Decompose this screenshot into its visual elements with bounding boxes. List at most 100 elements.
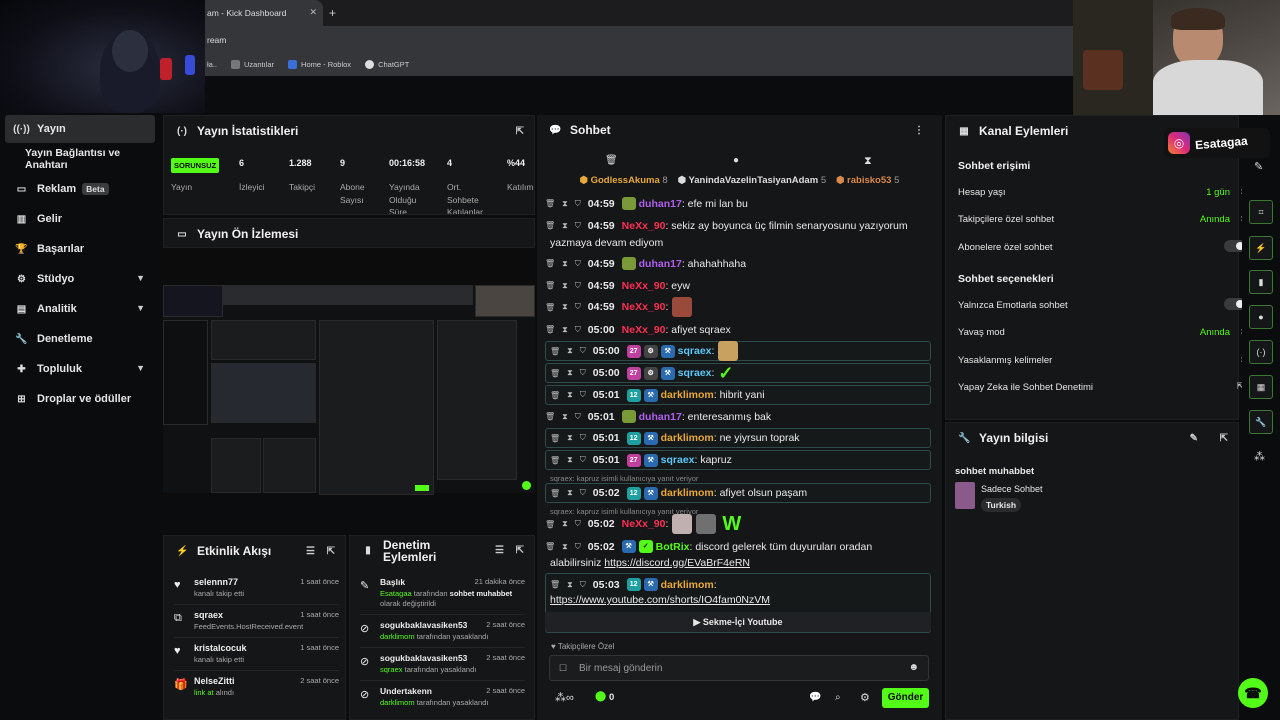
- puzzle-icon: [231, 59, 241, 69]
- ban-icon: ⊘: [360, 623, 370, 635]
- support-icon[interactable]: ☎: [1238, 678, 1268, 708]
- pencil-icon[interactable]: ✎: [1254, 160, 1263, 173]
- setting-row[interactable]: Yasaklanmış kelimeler›: [958, 354, 1244, 366]
- bookmark-item[interactable]: Uzantılar: [231, 59, 274, 69]
- chat-message[interactable]: 🗑 ⧗ ⛉ 05:01 12 ⚒ darklimom: ne yiyrsun toprak: [545, 428, 931, 448]
- send-button[interactable]: Gönder: [882, 688, 929, 708]
- chat-message[interactable]: 🗑 ⧗ ⛉ 05:00 NeXx_90: afiyet sqraex: [545, 321, 931, 338]
- bolt-icon: ⚡: [176, 545, 189, 557]
- chat-link[interactable]: https://www.youtube.com/shorts/IO4fam0Nz…: [550, 594, 770, 606]
- youtube-embed-button[interactable]: ▶ Sekme-İçi Youtube: [545, 612, 931, 632]
- browser-tab[interactable]: am - Kick Dashboard ✕: [205, 0, 323, 26]
- mod-actor[interactable]: sqraex: [380, 665, 403, 674]
- screenshot-icon[interactable]: ⌗: [1249, 200, 1273, 224]
- chat-text: eyw: [671, 279, 690, 292]
- mod-actor[interactable]: darklimom: [380, 698, 415, 707]
- chat-message[interactable]: 🗑 ⧗ ⛉ 05:02 NeXx_90: W: [545, 513, 931, 535]
- chat-message[interactable]: 🗑 ⧗ ⛉ 04:59 duhan17: ahahahhaha: [545, 255, 931, 272]
- category-name[interactable]: Sadece Sohbet: [981, 484, 1043, 494]
- popout-icon[interactable]: ⇱: [327, 546, 335, 557]
- gifter-name: YanindaVazelinTasiyanAdam: [688, 175, 819, 186]
- mod-time: 21 dakika önce: [474, 577, 525, 586]
- chat-input[interactable]: ☐ Bir mesaj gönderin ☻: [549, 655, 929, 681]
- sidebar-item-studyo[interactable]: ⚙ Stüdyo ▼: [5, 265, 155, 293]
- chat-username: NeXx_90: [621, 301, 666, 313]
- sidebar-item-basarilar[interactable]: 🏆 Başarılar: [5, 235, 155, 263]
- sidebar-item-analitik[interactable]: ▤ Analitik ▼: [5, 295, 155, 323]
- chat-message[interactable]: 🗑 ⧗ ⛉ 05:00 27 ⚙ ⚒ sqraex:: [545, 341, 931, 361]
- sidebar-item-reklam[interactable]: ▭ Reklam Beta: [5, 175, 155, 203]
- sidebar-item-yayin[interactable]: ((·)) Yayın: [5, 115, 155, 143]
- mod-actor[interactable]: darklimom: [380, 632, 415, 641]
- setting-row[interactable]: Hesap yaşı1 gün›: [958, 186, 1244, 198]
- heart-icon: ♥: [174, 579, 181, 591]
- sidebar-item-denetleme[interactable]: 🔧 Denetleme: [5, 325, 155, 353]
- category-thumbnail[interactable]: [955, 482, 975, 509]
- chat-link[interactable]: https://discord.gg/EVaBrF4eRN: [604, 557, 750, 569]
- setting-row[interactable]: Yapay Zeka ile Sohbet Denetimi ⇱: [958, 381, 1244, 393]
- chat-message[interactable]: 🗑 ⧗ ⛉ 05:01 27 ⚒ sqraex: kapruz: [545, 450, 931, 470]
- sidebar-item-gelir[interactable]: ▥ Gelir: [5, 205, 155, 233]
- bookmark-item[interactable]: Home - Roblox: [288, 59, 351, 69]
- more-icon[interactable]: ⋮: [914, 125, 924, 136]
- chat-message[interactable]: 🗑 ⧗ ⛉ 05:00 27 ⚙ ⚒ sqraex: ✓: [545, 363, 931, 383]
- sidebar-item-droplar[interactable]: ⊞ Droplar ve ödüller: [5, 385, 155, 413]
- bolt-icon[interactable]: ⚡: [1249, 236, 1273, 260]
- chat-message-cont: yazmaya devam ediyom: [550, 234, 936, 251]
- tv-icon[interactable]: ▦: [1249, 375, 1273, 399]
- chat-message[interactable]: 🗑 ⧗ ⛉ 04:59 NeXx_90:: [545, 296, 931, 318]
- chat-message[interactable]: 🗑 ⧗ ⛉ 04:59 NeXx_90: eyw: [545, 277, 931, 294]
- mod-actor[interactable]: Esatagaa: [380, 589, 412, 598]
- chat-bubble-icon[interactable]: 💬: [809, 692, 821, 703]
- gifter[interactable]: ⬢ YanindaVazelinTasiyanAdam 5: [678, 175, 826, 195]
- sidebar-item-stream-key[interactable]: Yayın Bağlantısı ve Anahtarı: [5, 145, 155, 173]
- gifter[interactable]: ⬢ GodlessAkuma 8: [580, 175, 668, 195]
- chat-message[interactable]: 🗑 ⧗ ⛉ 05:02 12 ⚒ darklimom: afiyet olsun paşam: [545, 483, 931, 503]
- popout-icon[interactable]: ⇱: [516, 545, 524, 556]
- chat-message[interactable]: 🗑 ⧗ ⛉ 05:01 duhan17: enteresanmış bak: [545, 408, 931, 425]
- chat-message[interactable]: 🗑 ⧗ ⛉ 04:59 NeXx_90: sekiz ay boyunca üç fil…: [545, 217, 931, 234]
- new-tab-icon[interactable]: +: [329, 6, 336, 20]
- stream-preview[interactable]: [163, 248, 535, 496]
- edit-icon: ✎: [360, 580, 370, 592]
- chat-icon[interactable]: ●: [1249, 305, 1273, 329]
- chat-bubble-icon[interactable]: ●: [733, 155, 739, 166]
- bookmark-item[interactable]: ChatGPT: [365, 59, 409, 69]
- trash-icon[interactable]: 🗑: [605, 155, 618, 166]
- input-placeholder: Bir mesaj gönderin: [579, 663, 663, 674]
- sidebar-item-label: Reklam: [37, 183, 77, 195]
- activity-time: 2 saat önce: [300, 676, 339, 685]
- hourglass-icon[interactable]: ⧗: [864, 155, 872, 168]
- channel-points-icon[interactable]: ⁂∞: [555, 691, 574, 704]
- community-icon[interactable]: ⁂: [1254, 450, 1265, 463]
- chat-message[interactable]: 🗑 ⧗ ⛉ 04:59 duhan17: efe mi lan bu: [545, 195, 931, 212]
- sidebar-item-label: Başarılar: [37, 243, 85, 255]
- chat-username: sqraex: [677, 345, 712, 357]
- pencil-icon[interactable]: ✎: [1190, 433, 1198, 444]
- host-icon: ⧉: [174, 612, 182, 624]
- stat-value: 1.288: [289, 158, 312, 168]
- setting-row[interactable]: Yavaş modAnında›: [958, 326, 1244, 338]
- gear-icon[interactable]: ⚙: [860, 691, 870, 704]
- emote-icon: [718, 341, 739, 361]
- filter-icon[interactable]: ☰: [495, 545, 504, 556]
- popout-icon[interactable]: ⇱: [516, 126, 524, 137]
- points-icon: ⬤: [595, 691, 607, 702]
- stat-value: 00:16:58: [389, 158, 426, 168]
- popout-icon[interactable]: ⇱: [1220, 433, 1228, 444]
- emoji-icon[interactable]: ☻: [908, 662, 919, 673]
- bookmark-item[interactable]: ła..: [207, 60, 217, 69]
- search-icon[interactable]: ⌕: [835, 692, 841, 703]
- ban-icon: ⊘: [360, 656, 370, 668]
- close-icon[interactable]: ✕: [309, 7, 317, 18]
- sidebar-item-topluluk[interactable]: ✚ Topluluk ▼: [5, 355, 155, 383]
- gifter[interactable]: ⬢ rabisko53 5: [836, 175, 899, 195]
- chat-message[interactable]: 🗑 ⧗ ⛉ 05:02 ⚒ ✓ BotRix: discord gelerek tüm du…: [545, 538, 931, 555]
- setting-row[interactable]: Takipçilere özel sohbetAnında›: [958, 213, 1244, 225]
- document-icon[interactable]: ▮: [1249, 270, 1273, 294]
- wrench-icon[interactable]: 🔧: [1249, 410, 1273, 434]
- chat-message[interactable]: 🗑 ⧗ ⛉ 05:01 12 ⚒ darklimom: hibrit yani: [545, 385, 931, 405]
- filter-icon[interactable]: ☰: [306, 546, 315, 557]
- broadcast-icon[interactable]: (·): [1249, 340, 1273, 364]
- address-bar[interactable]: ream: [205, 26, 1075, 52]
